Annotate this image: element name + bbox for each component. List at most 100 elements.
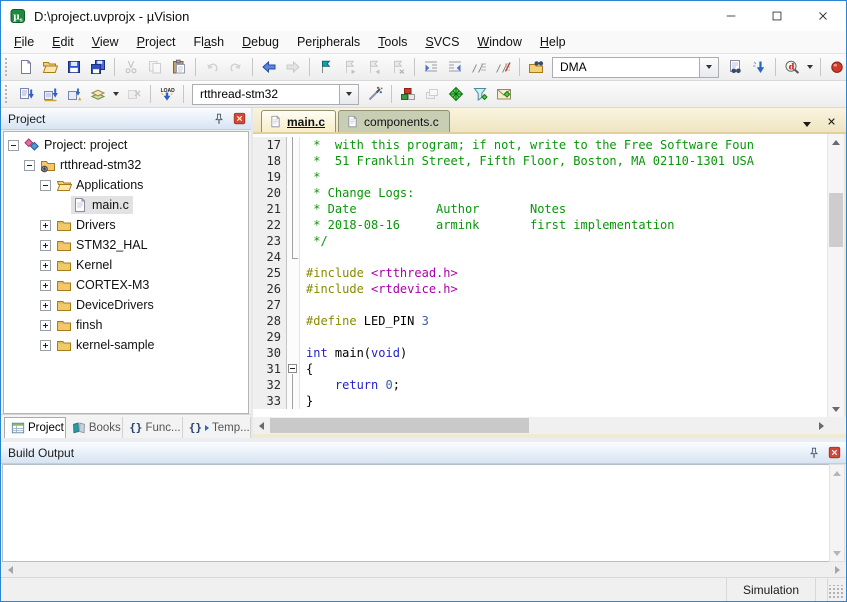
open-file-button[interactable] [38, 56, 62, 79]
download-to-flash-button[interactable]: LOAD [155, 83, 179, 106]
indent-button[interactable] [419, 56, 443, 79]
save-button[interactable] [62, 56, 86, 79]
scroll-right-icon[interactable] [829, 562, 845, 577]
scroll-down-icon[interactable] [828, 401, 844, 417]
menu-help[interactable]: Help [531, 33, 575, 51]
tree-item-rtthread-stm32[interactable]: rtthread-stm32 [4, 155, 248, 175]
expand-icon[interactable] [40, 320, 51, 331]
navigate-forward-button[interactable] [281, 56, 305, 79]
menu-project[interactable]: Project [128, 33, 185, 51]
minimize-button[interactable] [708, 1, 754, 31]
editor-horizontal-scrollbar[interactable] [253, 417, 829, 434]
scroll-left-icon[interactable] [2, 562, 18, 577]
batch-build-button[interactable] [86, 83, 110, 106]
target-combobox-value[interactable]: rtthread-stm32 [192, 84, 340, 105]
select-software-packs-button[interactable] [468, 83, 492, 106]
new-file-button[interactable] [14, 56, 38, 79]
collapse-icon[interactable] [40, 180, 51, 191]
fold-collapse-box[interactable] [288, 364, 297, 373]
expand-icon[interactable] [40, 240, 51, 251]
navigate-back-button[interactable] [257, 56, 281, 79]
translate-button[interactable] [14, 83, 38, 106]
comment-selection-button[interactable]: // [467, 56, 491, 79]
tab-temp[interactable]: {}Temp... [183, 417, 251, 438]
toolbar-grip[interactable] [5, 85, 10, 103]
clear-bookmarks-button[interactable] [386, 56, 410, 79]
insert-breakpoint-button[interactable] [825, 56, 847, 79]
editor-vertical-scrollbar[interactable] [827, 134, 844, 417]
build-output-content[interactable] [2, 464, 829, 562]
close-button[interactable] [800, 1, 846, 31]
tree-item-kernel[interactable]: Kernel [4, 255, 248, 275]
tree-item-drivers[interactable]: Drivers [4, 215, 248, 235]
scroll-right-icon[interactable] [813, 417, 829, 434]
search-combobox-dropdown[interactable] [700, 57, 719, 78]
toggle-bookmark-button[interactable] [314, 56, 338, 79]
expand-icon[interactable] [40, 220, 51, 231]
incremental-find-button[interactable] [747, 56, 771, 79]
tree-item-applications[interactable]: Applications [4, 175, 248, 195]
code-editor[interactable]: 17 * with this program; if not, write to… [253, 134, 827, 417]
project-tree[interactable]: Project: projectrtthread-stm32Applicatio… [3, 131, 249, 414]
menu-file[interactable]: File [5, 33, 43, 51]
multi-project-button[interactable] [420, 83, 444, 106]
copy-button[interactable] [143, 56, 167, 79]
expand-icon[interactable] [40, 340, 51, 351]
close-panel-icon[interactable] [230, 110, 248, 128]
scroll-up-icon[interactable] [830, 465, 844, 481]
paste-button[interactable] [167, 56, 191, 79]
close-document-icon[interactable] [825, 115, 838, 133]
find-button[interactable] [723, 56, 747, 79]
build-output-vertical-scrollbar[interactable] [829, 464, 845, 562]
pin-icon[interactable] [210, 110, 228, 128]
resize-grip[interactable] [828, 585, 844, 599]
search-combobox-value[interactable]: DMA [552, 57, 700, 78]
expand-icon[interactable] [40, 300, 51, 311]
save-all-button[interactable] [86, 56, 110, 79]
vertical-scroll-thumb[interactable] [829, 193, 843, 247]
lookup-dropdown[interactable] [804, 56, 816, 79]
menu-debug[interactable]: Debug [233, 33, 288, 51]
tab-project[interactable]: Project [4, 417, 66, 438]
tab-func[interactable]: {}Func... [123, 417, 183, 438]
pin-icon[interactable] [805, 444, 823, 462]
scroll-left-icon[interactable] [253, 417, 269, 434]
lookup-word-button[interactable]: d [780, 56, 804, 79]
build-button[interactable] [38, 83, 62, 106]
toolbar-grip[interactable] [5, 58, 10, 76]
search-combobox[interactable]: DMA [552, 57, 719, 78]
target-combobox[interactable]: rtthread-stm32 [192, 84, 359, 105]
tree-item-main-c[interactable]: main.c [4, 195, 248, 215]
find-in-files-button[interactable] [524, 56, 548, 79]
tree-item-devicedrivers[interactable]: DeviceDrivers [4, 295, 248, 315]
document-tab-main-c[interactable]: main.c [261, 110, 336, 132]
options-for-target-button[interactable] [363, 83, 387, 106]
expand-icon[interactable] [40, 280, 51, 291]
collapse-icon[interactable] [8, 140, 19, 151]
rebuild-button[interactable] [62, 83, 86, 106]
collapse-icon[interactable] [24, 160, 35, 171]
menu-edit[interactable]: Edit [43, 33, 83, 51]
close-panel-icon[interactable] [825, 444, 843, 462]
tree-item-stm32-hal[interactable]: STM32_HAL [4, 235, 248, 255]
next-bookmark-button[interactable] [338, 56, 362, 79]
previous-bookmark-button[interactable] [362, 56, 386, 79]
expand-icon[interactable] [40, 260, 51, 271]
tab-books[interactable]: Books [66, 417, 123, 438]
tree-item-cortex-m3[interactable]: CORTEX-M3 [4, 275, 248, 295]
tree-item-finsh[interactable]: finsh [4, 315, 248, 335]
document-tab-components-c[interactable]: components.c [338, 110, 450, 132]
menu-tools[interactable]: Tools [369, 33, 416, 51]
menu-window[interactable]: Window [468, 33, 530, 51]
menu-svcs[interactable]: SVCS [416, 33, 468, 51]
manage-project-items-button[interactable] [444, 83, 468, 106]
outdent-button[interactable] [443, 56, 467, 79]
scroll-down-icon[interactable] [830, 545, 844, 561]
undo-button[interactable] [200, 56, 224, 79]
stop-build-button[interactable] [122, 83, 146, 106]
horizontal-scroll-thumb[interactable] [270, 418, 529, 433]
scroll-up-icon[interactable] [828, 134, 844, 150]
maximize-button[interactable] [754, 1, 800, 31]
cut-button[interactable] [119, 56, 143, 79]
uncomment-selection-button[interactable]: // [491, 56, 515, 79]
